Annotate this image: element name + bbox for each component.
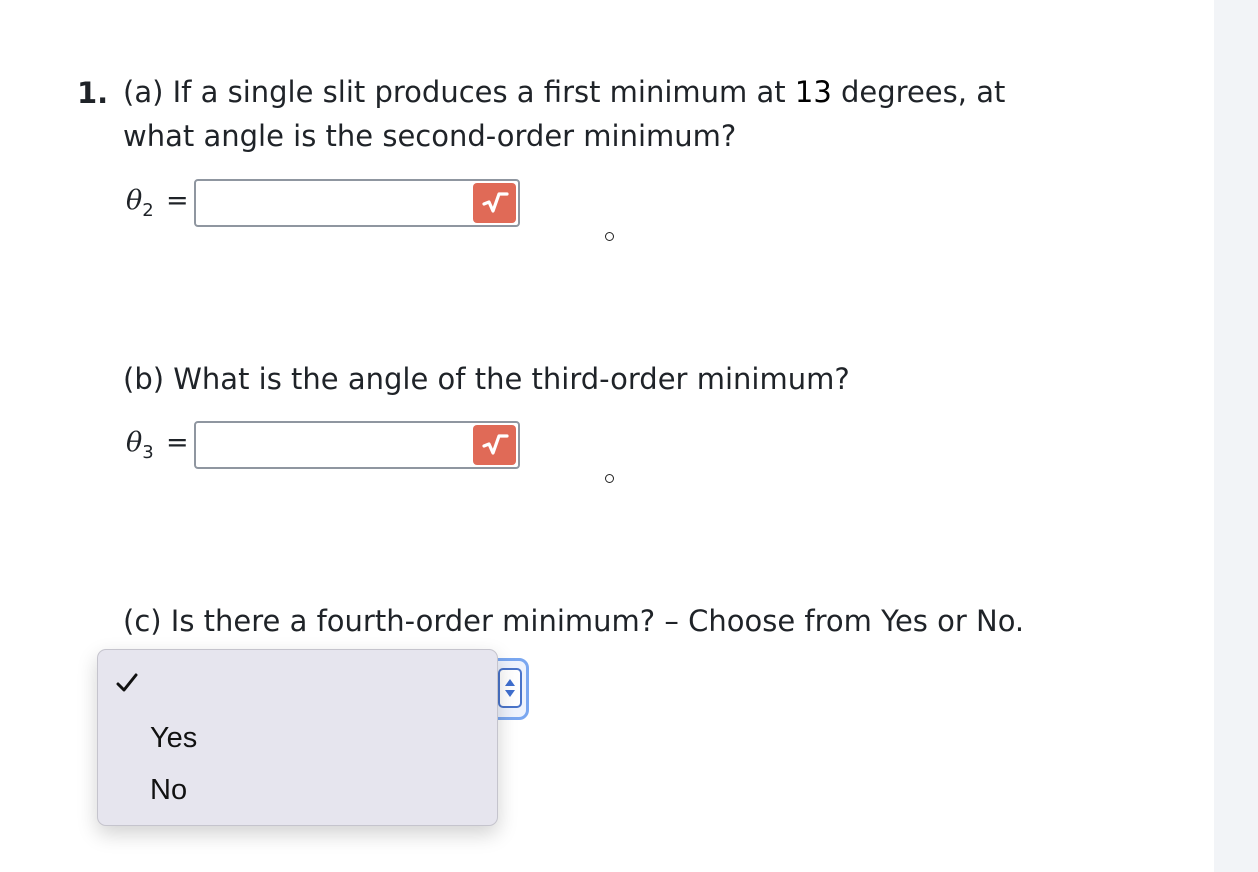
- checkmark-icon: [116, 673, 138, 692]
- up-down-arrows-icon: [505, 679, 515, 697]
- square-root-icon: [481, 192, 509, 213]
- theta3-input[interactable]: [202, 429, 466, 463]
- part-b-question: (b) What is the angle of the third-order…: [123, 362, 850, 396]
- part-a-angle-value: 13: [794, 75, 832, 109]
- option-yes[interactable]: Yes: [150, 721, 197, 755]
- part-a-question-line1: (a) If a single slit produces a first mi…: [123, 70, 1083, 114]
- equals-sign: =: [166, 185, 189, 216]
- question-number: 1.: [77, 76, 109, 110]
- theta-subscript: 3: [142, 442, 154, 463]
- select-arrows[interactable]: [498, 668, 522, 708]
- theta3-label: θ3: [126, 428, 154, 468]
- theta-subscript: 2: [142, 200, 154, 221]
- selected-option[interactable]: [114, 670, 140, 700]
- part-a-text-post: degrees, at: [831, 75, 1006, 109]
- part-a-question-line2: what angle is the second-order minimum?: [123, 119, 737, 153]
- part-a-text-pre: (a) If a single slit produces a first mi…: [123, 75, 795, 109]
- part-c-question: (c) Is there a fourth-order minimum? – C…: [123, 604, 1025, 638]
- math-input-button[interactable]: [473, 425, 516, 465]
- theta3-answer-box[interactable]: [194, 421, 520, 469]
- math-input-button[interactable]: [473, 183, 516, 223]
- square-root-icon: [481, 434, 509, 455]
- theta2-input[interactable]: [202, 187, 466, 221]
- degree-symbol-a: [605, 232, 614, 241]
- option-no[interactable]: No: [150, 773, 187, 807]
- right-panel-edge: [1214, 0, 1258, 872]
- theta2-answer-box[interactable]: [194, 179, 520, 227]
- degree-symbol-b: [605, 474, 614, 483]
- equals-sign: =: [166, 427, 189, 458]
- theta-symbol: θ: [126, 427, 143, 458]
- theta-symbol: θ: [126, 185, 143, 216]
- select-dropdown-menu[interactable]: Yes No: [97, 649, 498, 826]
- theta2-label: θ2: [126, 186, 154, 226]
